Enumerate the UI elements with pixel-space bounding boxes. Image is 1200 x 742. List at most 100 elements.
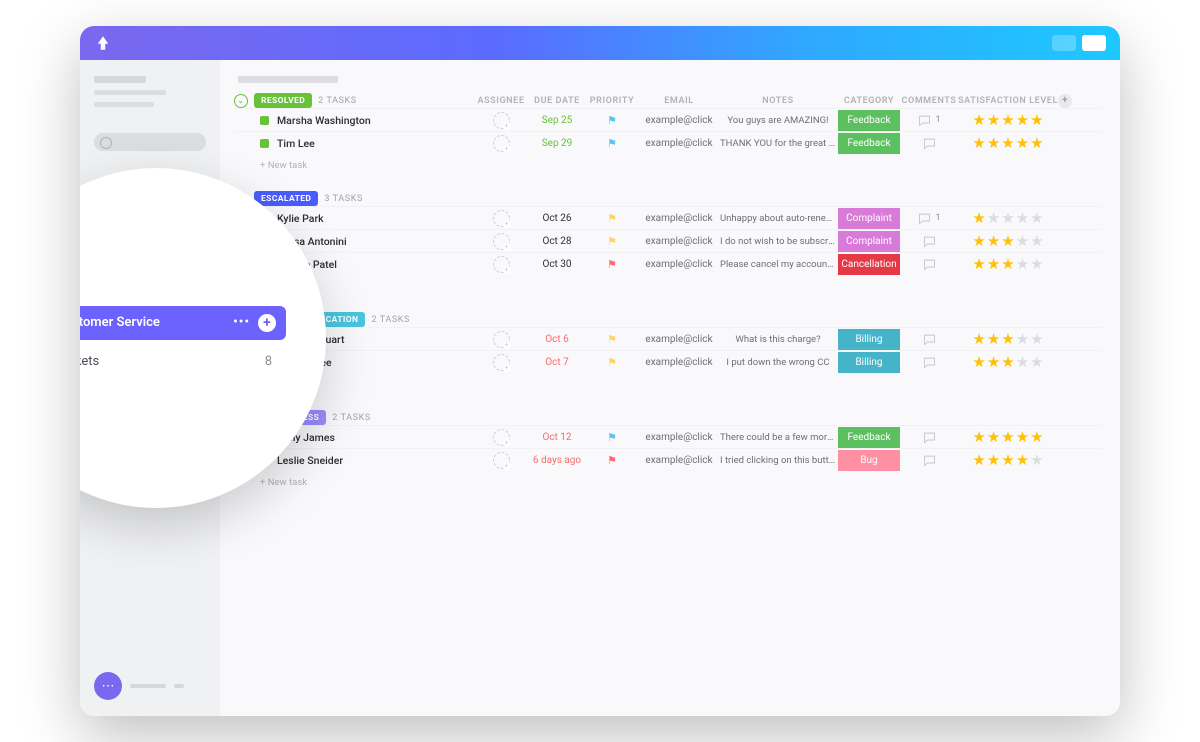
column-header[interactable]: PRIORITY xyxy=(584,96,640,106)
assignee-avatar[interactable] xyxy=(493,429,510,446)
due-date[interactable]: Oct 7 xyxy=(530,357,584,368)
category-chip[interactable]: Complaint xyxy=(838,208,900,229)
assignee-avatar[interactable] xyxy=(493,331,510,348)
task-row[interactable]: Tom MckeeOct 7⚑example@clickI put down t… xyxy=(234,350,1102,373)
satisfaction-stars[interactable]: ★★★★★ xyxy=(958,113,1058,128)
column-header[interactable]: DUE DATE xyxy=(530,96,584,106)
due-date[interactable]: 6 days ago xyxy=(530,455,584,466)
category-chip[interactable]: Bug xyxy=(838,450,900,471)
titlebar-button[interactable] xyxy=(1052,35,1076,51)
list-count: 8 xyxy=(265,354,272,369)
star-icon: ★ xyxy=(1016,257,1029,272)
task-row[interactable]: Leslie Sneider6 days ago⚑example@clickI … xyxy=(234,448,1102,471)
assignee-avatar[interactable] xyxy=(493,354,510,371)
due-date[interactable]: Oct 6 xyxy=(530,334,584,345)
priority-flag-icon[interactable]: ⚑ xyxy=(584,454,640,467)
status-pill[interactable]: RESOLVED xyxy=(254,93,312,108)
assignee-avatar[interactable] xyxy=(493,112,510,129)
add-icon[interactable]: + xyxy=(258,314,276,332)
sidebar-list-tickets[interactable]: ◌ Tickets 8 xyxy=(80,352,286,371)
comments-cell[interactable] xyxy=(900,257,958,272)
satisfaction-stars[interactable]: ★★★★★ xyxy=(958,136,1058,151)
priority-flag-icon[interactable]: ⚑ xyxy=(584,258,640,271)
category-chip[interactable]: Complaint xyxy=(838,231,900,252)
category-chip[interactable]: Billing xyxy=(838,352,900,373)
due-date[interactable]: Oct 26 xyxy=(530,213,584,224)
due-date[interactable]: Sep 29 xyxy=(530,138,584,149)
satisfaction-stars[interactable]: ★★★★★ xyxy=(958,234,1058,249)
column-header[interactable]: SATISFACTION LEVEL xyxy=(958,96,1058,106)
task-row[interactable]: Nelly JamesOct 12⚑example@clickThere cou… xyxy=(234,425,1102,448)
priority-flag-icon[interactable]: ⚑ xyxy=(584,235,640,248)
new-task-button[interactable]: + New task xyxy=(234,373,1102,392)
column-header[interactable]: CATEGORY xyxy=(838,96,900,106)
assignee-avatar[interactable] xyxy=(493,256,510,273)
satisfaction-stars[interactable]: ★★★★★ xyxy=(958,332,1058,347)
task-row[interactable]: Jessica StuartOct 6⚑example@clickWhat is… xyxy=(234,327,1102,350)
email-cell: example@click xyxy=(640,334,718,345)
comments-cell[interactable] xyxy=(900,430,958,445)
search-input[interactable] xyxy=(94,133,206,151)
status-pill[interactable]: ESCALATED xyxy=(254,191,318,206)
category-chip[interactable]: Billing xyxy=(838,329,900,350)
chat-icon[interactable]: ⋯ xyxy=(94,672,122,700)
category-chip[interactable]: Cancellation xyxy=(838,254,900,275)
due-date[interactable]: Oct 30 xyxy=(530,259,584,270)
notes-cell: THANK YOU for the great se… xyxy=(718,138,838,149)
satisfaction-stars[interactable]: ★★★★★ xyxy=(958,355,1058,370)
comment-icon xyxy=(922,430,937,445)
assignee-avatar[interactable] xyxy=(493,135,510,152)
star-icon: ★ xyxy=(1001,234,1014,249)
more-icon[interactable]: ••• xyxy=(233,315,250,330)
collapse-icon[interactable]: ⌄ xyxy=(234,94,248,108)
comments-cell[interactable] xyxy=(900,453,958,468)
comments-cell[interactable]: 1 xyxy=(900,211,958,226)
new-task-button[interactable]: + New task xyxy=(234,471,1102,490)
sidebar-folder-customer-service[interactable]: ▭ Customer Service ••• + xyxy=(80,306,286,340)
star-icon: ★ xyxy=(1001,113,1014,128)
comments-cell[interactable] xyxy=(900,234,958,249)
assignee-avatar[interactable] xyxy=(493,452,510,469)
task-row[interactable]: Marsha WashingtonSep 25⚑example@clickYou… xyxy=(234,108,1102,131)
satisfaction-stars[interactable]: ★★★★★ xyxy=(958,453,1058,468)
comments-cell[interactable] xyxy=(900,136,958,151)
comment-icon xyxy=(922,453,937,468)
new-task-button[interactable]: + New task xyxy=(234,275,1102,294)
satisfaction-stars[interactable]: ★★★★★ xyxy=(958,257,1058,272)
column-header[interactable]: ASSIGNEE xyxy=(472,96,530,106)
satisfaction-stars[interactable]: ★★★★★ xyxy=(958,211,1058,226)
comments-cell[interactable]: 1 xyxy=(900,113,958,128)
priority-flag-icon[interactable]: ⚑ xyxy=(584,333,640,346)
satisfaction-stars[interactable]: ★★★★★ xyxy=(958,430,1058,445)
notes-cell: Unhappy about auto-renewal xyxy=(718,213,838,224)
task-row[interactable]: Kylie ParkOct 26⚑example@clickUnhappy ab… xyxy=(234,206,1102,229)
column-header[interactable]: NOTES xyxy=(718,96,838,106)
priority-flag-icon[interactable]: ⚑ xyxy=(584,212,640,225)
category-chip[interactable]: Feedback xyxy=(838,110,900,131)
category-chip[interactable]: Feedback xyxy=(838,133,900,154)
priority-flag-icon[interactable]: ⚑ xyxy=(584,137,640,150)
skeleton-line xyxy=(238,76,338,83)
due-date[interactable]: Oct 28 xyxy=(530,236,584,247)
priority-flag-icon[interactable]: ⚑ xyxy=(584,431,640,444)
comments-cell[interactable] xyxy=(900,355,958,370)
new-task-button[interactable]: + New task xyxy=(234,154,1102,173)
priority-flag-icon[interactable]: ⚑ xyxy=(584,114,640,127)
priority-flag-icon[interactable]: ⚑ xyxy=(584,356,640,369)
comments-cell[interactable] xyxy=(900,332,958,347)
star-icon: ★ xyxy=(1016,355,1029,370)
task-row[interactable]: Tim LeeSep 29⚑example@clickTHANK YOU for… xyxy=(234,131,1102,154)
star-icon: ★ xyxy=(987,453,1000,468)
due-date[interactable]: Oct 12 xyxy=(530,432,584,443)
titlebar-button[interactable] xyxy=(1082,35,1106,51)
due-date[interactable]: Sep 25 xyxy=(530,115,584,126)
task-row[interactable]: Tessa AntoniniOct 28⚑example@clickI do n… xyxy=(234,229,1102,252)
star-icon: ★ xyxy=(1016,234,1029,249)
assignee-avatar[interactable] xyxy=(493,233,510,250)
task-row[interactable]: Natalie PatelOct 30⚑example@clickPlease … xyxy=(234,252,1102,275)
column-header[interactable]: COMMENTS xyxy=(900,96,958,106)
assignee-avatar[interactable] xyxy=(493,210,510,227)
column-header[interactable]: EMAIL xyxy=(640,96,718,106)
add-column-icon[interactable]: + xyxy=(1058,94,1072,108)
category-chip[interactable]: Feedback xyxy=(838,427,900,448)
